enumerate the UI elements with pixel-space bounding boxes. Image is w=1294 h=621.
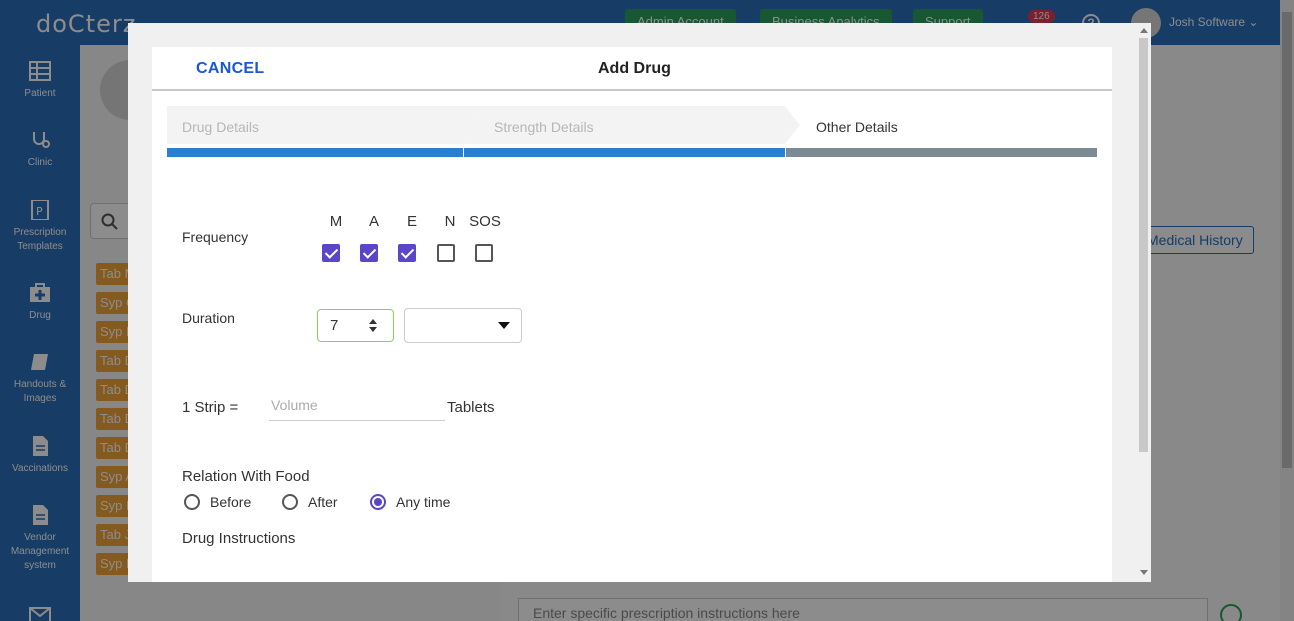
step-progress-bar bbox=[464, 148, 785, 157]
frequency-night-checkbox[interactable] bbox=[437, 244, 455, 262]
frequency-afternoon-checkbox[interactable] bbox=[360, 244, 378, 262]
frequency-sos-checkbox[interactable] bbox=[475, 244, 493, 262]
food-after-label[interactable]: After bbox=[308, 494, 338, 510]
spin-down-icon[interactable] bbox=[369, 327, 377, 332]
food-any-time-radio[interactable] bbox=[370, 494, 386, 510]
modal-content: CANCEL Add Drug Drug Details Strength De… bbox=[152, 47, 1112, 582]
food-any-time-label[interactable]: Any time bbox=[396, 494, 450, 510]
duration-number-input[interactable]: 7 bbox=[317, 309, 394, 342]
food-before-radio[interactable] bbox=[184, 494, 200, 510]
frequency-evening-label: E bbox=[406, 213, 417, 230]
step-progress-bar bbox=[786, 148, 1097, 157]
food-after-radio[interactable] bbox=[282, 494, 298, 510]
frequency-sos-label: SOS bbox=[469, 213, 501, 230]
step-label-strength-details: Strength Details bbox=[494, 119, 594, 135]
frequency-evening-checkbox[interactable] bbox=[398, 244, 416, 262]
food-before-label[interactable]: Before bbox=[210, 494, 251, 510]
strip-label: 1 Strip = bbox=[182, 399, 239, 416]
modal-header: CANCEL Add Drug bbox=[152, 47, 1112, 91]
frequency-night-label: N bbox=[444, 213, 456, 230]
drug-instructions-label: Drug Instructions bbox=[182, 530, 296, 547]
duration-label: Duration bbox=[182, 310, 235, 326]
scroll-up-icon[interactable] bbox=[1140, 28, 1148, 33]
step-label-other-details: Other Details bbox=[816, 119, 898, 135]
modal-scrollbar[interactable] bbox=[1137, 23, 1151, 582]
modal-title: Add Drug bbox=[598, 60, 671, 77]
duration-unit-select[interactable] bbox=[404, 308, 522, 343]
frequency-label: Frequency bbox=[182, 229, 249, 245]
relation-with-food-label: Relation With Food bbox=[182, 468, 310, 485]
add-drug-modal: CANCEL Add Drug Drug Details Strength De… bbox=[128, 23, 1151, 582]
step-progress-bar bbox=[167, 148, 463, 157]
spin-up-icon[interactable] bbox=[369, 319, 377, 324]
modal-scrollbar-thumb[interactable] bbox=[1139, 38, 1148, 452]
frequency-morning-label: M bbox=[329, 213, 343, 230]
step-label-drug-details: Drug Details bbox=[182, 119, 260, 135]
strip-unit-label: Tablets bbox=[447, 399, 495, 416]
frequency-morning-checkbox[interactable] bbox=[322, 244, 340, 262]
stepper bbox=[167, 106, 1097, 157]
scroll-down-icon[interactable] bbox=[1140, 570, 1148, 575]
caret-down-icon bbox=[498, 322, 510, 329]
volume-input[interactable] bbox=[269, 393, 445, 421]
duration-value: 7 bbox=[330, 317, 339, 334]
cancel-button[interactable]: CANCEL bbox=[196, 60, 264, 78]
frequency-afternoon-label: A bbox=[368, 213, 379, 230]
